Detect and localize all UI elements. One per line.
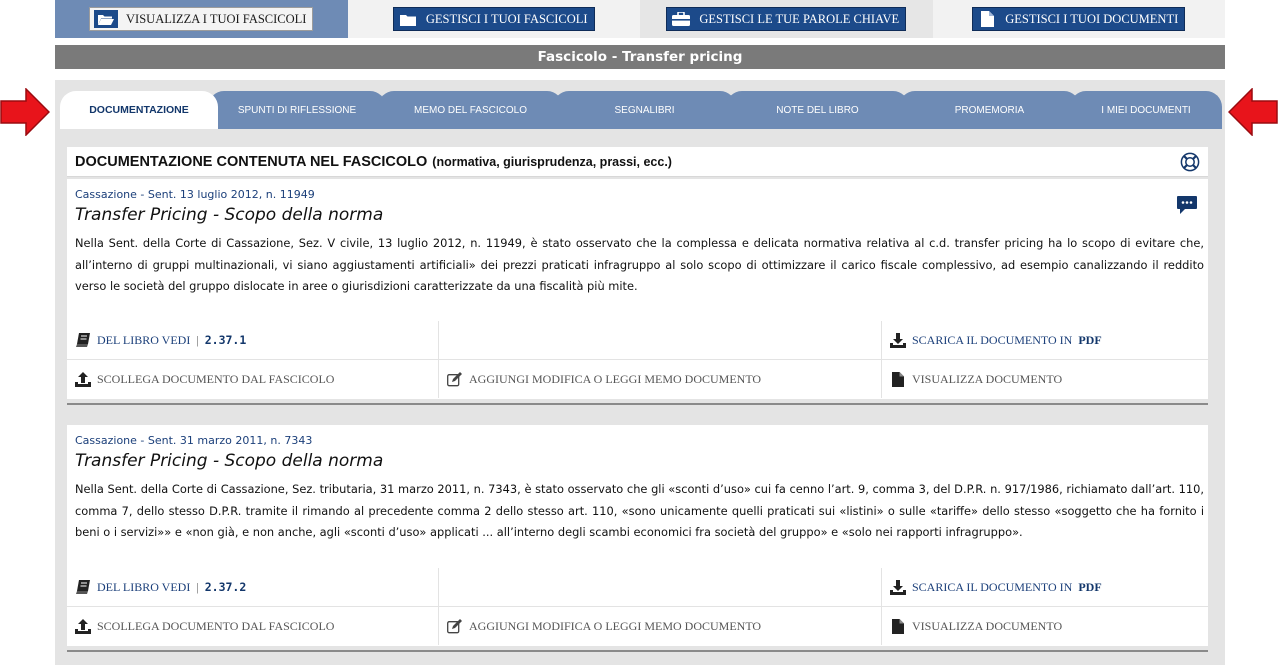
book-prefix: DEL LIBRO VEDI — [97, 579, 191, 594]
document-icon — [890, 618, 906, 634]
view-label: VISUALIZZA DOCUMENTO — [912, 371, 1063, 386]
book-prefix: DEL LIBRO VEDI — [97, 332, 191, 347]
top-tab-documenti[interactable]: GESTISCI I TUOI DOCUMENTI — [932, 0, 1225, 38]
top-tab-label: GESTISCI LE TUE PAROLE CHIAVE — [699, 11, 900, 26]
download-format: PDF — [1078, 579, 1102, 594]
view-document-link[interactable]: VISUALIZZA DOCUMENTO — [882, 360, 1208, 398]
document-reference[interactable]: Cassazione - Sent. 31 marzo 2011, n. 734… — [75, 434, 312, 447]
lifebuoy-icon[interactable] — [1180, 152, 1200, 172]
arrow-right-icon — [0, 88, 50, 136]
top-navigation: VISUALIZZA I TUOI FASCICOLI GESTISCI I T… — [55, 0, 1225, 38]
top-tab-label: GESTISCI I TUOI FASCICOLI — [425, 11, 588, 26]
tab-spunti-di-riflessione[interactable]: SPUNTI DI RIFLESSIONE — [208, 91, 386, 129]
tab-promemoria[interactable]: PROMEMORIA — [899, 91, 1080, 129]
download-icon — [890, 579, 906, 595]
download-pdf-link[interactable]: SCARICA IL DOCUMENTO IN PDF — [882, 568, 1208, 606]
upload-icon — [75, 618, 91, 634]
tab-i-miei-documenti[interactable]: I MIEI DOCUMENTI — [1070, 91, 1222, 129]
document-reference[interactable]: Cassazione - Sent. 13 luglio 2012, n. 11… — [75, 188, 315, 201]
view-document-link[interactable]: VISUALIZZA DOCUMENTO — [882, 607, 1208, 645]
top-tab-parole-chiave[interactable]: GESTISCI LE TUE PAROLE CHIAVE — [640, 0, 933, 38]
card-divider — [67, 650, 1208, 652]
document-card: Cassazione - Sent. 13 luglio 2012, n. 11… — [67, 179, 1208, 399]
empty-cell — [439, 568, 882, 606]
book-reference-link[interactable]: DEL LIBRO VEDI | 2.37.2 — [67, 568, 439, 606]
top-tab-gestisci-fascicoli[interactable]: GESTISCI I TUOI FASCICOLI — [347, 0, 640, 38]
actions-row-bottom: SCOLLEGA DOCUMENTO DAL FASCICOLO AGGIUNG… — [67, 359, 1208, 398]
comment-icon[interactable] — [1176, 195, 1198, 215]
page-title: Fascicolo - Transfer pricing — [55, 45, 1225, 69]
documentation-header: DOCUMENTAZIONE CONTENUTA NEL FASCICOLO (… — [67, 147, 1208, 177]
document-summary: Nella Sent. della Corte di Cassazione, S… — [75, 482, 1204, 539]
download-format: PDF — [1078, 332, 1102, 347]
gestisci-parole-chiave-button[interactable]: GESTISCI LE TUE PAROLE CHIAVE — [666, 7, 907, 31]
card-divider — [67, 403, 1208, 405]
book-section-number: 2.37.2 — [204, 580, 247, 594]
document-icon — [977, 11, 997, 27]
gestisci-documenti-button[interactable]: GESTISCI I TUOI DOCUMENTI — [972, 7, 1186, 31]
separator: | — [196, 579, 199, 594]
book-icon — [75, 579, 91, 595]
section-tabs: DOCUMENTAZIONE SPUNTI DI RIFLESSIONE MEM… — [58, 91, 1223, 129]
document-title: Transfer Pricing - Scopo della norma — [75, 451, 384, 471]
memo-document-link[interactable]: AGGIUNGI MODIFICA O LEGGI MEMO DOCUMENTO — [439, 607, 882, 645]
document-card: Cassazione - Sent. 31 marzo 2011, n. 734… — [67, 425, 1208, 646]
actions-row-top: DEL LIBRO VEDI | 2.37.1 SCARICA IL DOCUM… — [67, 321, 1208, 359]
unlink-document-link[interactable]: SCOLLEGA DOCUMENTO DAL FASCICOLO — [67, 360, 439, 398]
unlink-label: SCOLLEGA DOCUMENTO DAL FASCICOLO — [97, 371, 335, 386]
tab-documentazione[interactable]: DOCUMENTAZIONE — [60, 91, 218, 129]
tab-note-del-libro[interactable]: NOTE DEL LIBRO — [726, 91, 909, 129]
book-section-number: 2.37.1 — [204, 333, 247, 347]
folder-open-icon — [94, 10, 119, 28]
document-summary: Nella Sent. della Corte di Cassazione, S… — [75, 236, 1204, 293]
download-label: SCARICA IL DOCUMENTO IN — [912, 579, 1073, 594]
download-label: SCARICA IL DOCUMENTO IN — [912, 332, 1073, 347]
separator: | — [196, 332, 199, 347]
gestisci-fascicoli-button[interactable]: GESTISCI I TUOI FASCICOLI — [392, 7, 595, 31]
view-label: VISUALIZZA DOCUMENTO — [912, 618, 1063, 633]
actions-row-top: DEL LIBRO VEDI | 2.37.2 SCARICA IL DOCUM… — [67, 568, 1208, 606]
briefcase-icon — [671, 11, 691, 27]
arrow-left-icon — [1228, 88, 1278, 136]
header-subtitle: (normativa, giurisprudenza, prassi, ecc.… — [432, 154, 672, 169]
unlink-label: SCOLLEGA DOCUMENTO DAL FASCICOLO — [97, 618, 335, 633]
tab-segnalibri[interactable]: SEGNALIBRI — [553, 91, 736, 129]
visualizza-fascicoli-button[interactable]: VISUALIZZA I TUOI FASCICOLI — [89, 7, 314, 31]
edit-icon — [447, 618, 463, 634]
download-pdf-link[interactable]: SCARICA IL DOCUMENTO IN PDF — [882, 321, 1208, 359]
tab-memo-del-fascicolo[interactable]: MEMO DEL FASCICOLO — [378, 91, 563, 129]
unlink-document-link[interactable]: SCOLLEGA DOCUMENTO DAL FASCICOLO — [67, 607, 439, 645]
upload-icon — [75, 371, 91, 387]
actions-row-bottom: SCOLLEGA DOCUMENTO DAL FASCICOLO AGGIUNG… — [67, 606, 1208, 645]
document-title: Transfer Pricing - Scopo della norma — [75, 205, 384, 225]
empty-cell — [439, 321, 882, 359]
folder-icon — [398, 11, 418, 27]
book-icon — [75, 332, 91, 348]
memo-label: AGGIUNGI MODIFICA O LEGGI MEMO DOCUMENTO — [469, 371, 762, 386]
memo-document-link[interactable]: AGGIUNGI MODIFICA O LEGGI MEMO DOCUMENTO — [439, 360, 882, 398]
top-tab-label: GESTISCI I TUOI DOCUMENTI — [1005, 11, 1179, 26]
document-icon — [890, 371, 906, 387]
book-reference-link[interactable]: DEL LIBRO VEDI | 2.37.1 — [67, 321, 439, 359]
download-icon — [890, 332, 906, 348]
memo-label: AGGIUNGI MODIFICA O LEGGI MEMO DOCUMENTO — [469, 618, 762, 633]
edit-icon — [447, 371, 463, 387]
top-tab-label: VISUALIZZA I TUOI FASCICOLI — [126, 11, 307, 26]
header-title: DOCUMENTAZIONE CONTENUTA NEL FASCICOLO — [75, 153, 428, 170]
top-tab-visualizza[interactable]: VISUALIZZA I TUOI FASCICOLI — [55, 0, 348, 38]
